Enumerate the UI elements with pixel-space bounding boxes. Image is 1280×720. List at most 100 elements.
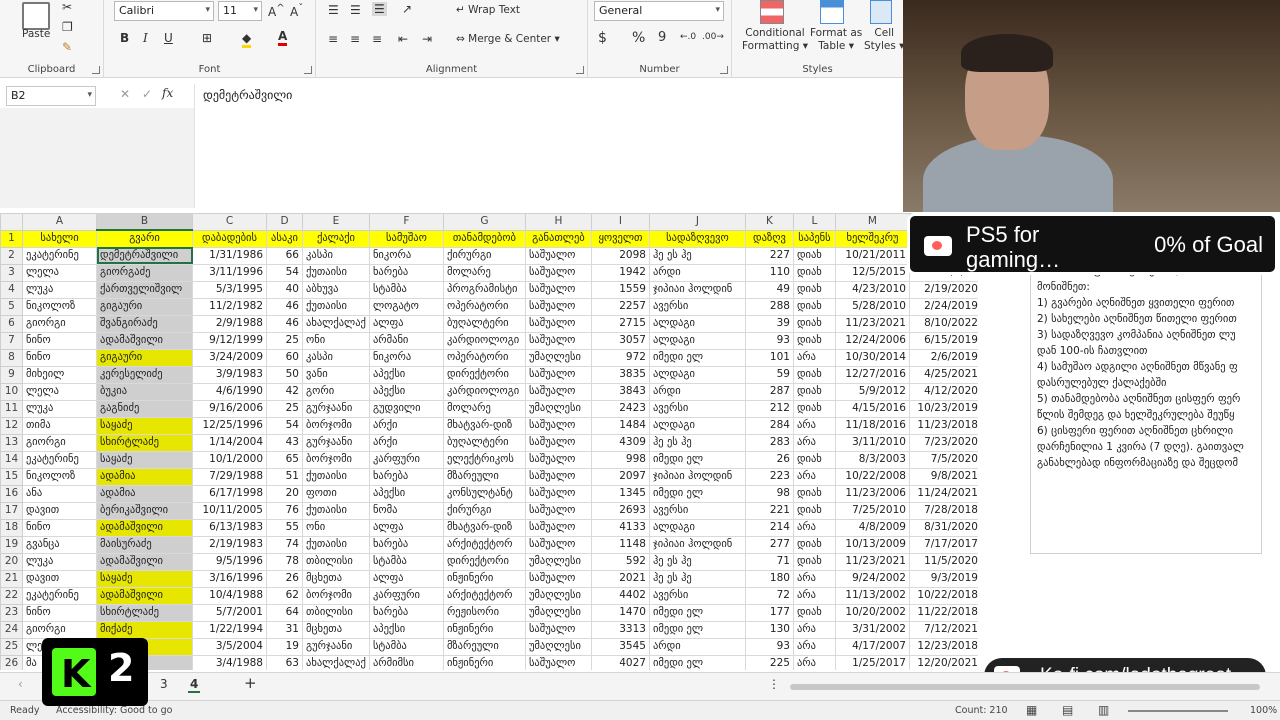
row-header-4[interactable]: 4 <box>0 280 23 299</box>
add-sheet-icon[interactable]: + <box>244 674 257 692</box>
cell-d8[interactable]: 60 <box>266 348 303 367</box>
cell-h6[interactable]: საშუალო <box>524 314 592 333</box>
cancel-icon[interactable]: ✕ <box>120 87 130 101</box>
font-name-select[interactable]: Calibri ▾ <box>114 1 214 21</box>
cell-e16[interactable]: ფოთი <box>302 484 370 503</box>
cell-i18[interactable]: 4133 <box>590 518 650 537</box>
cell-b12[interactable]: საყაძე <box>96 416 193 435</box>
paste-icon[interactable] <box>22 2 50 30</box>
row-header-14[interactable]: 14 <box>0 450 23 469</box>
cell-i3[interactable]: 1942 <box>590 263 650 282</box>
column-header-a[interactable]: A <box>22 213 97 231</box>
cell-m24[interactable]: 3/31/2002 <box>834 620 910 639</box>
cell-c20[interactable]: 9/5/1996 <box>192 552 267 571</box>
header-cell[interactable]: დაბადების <box>192 229 267 248</box>
cell-l13[interactable]: არა <box>792 433 836 452</box>
row-header-7[interactable]: 7 <box>0 331 23 350</box>
cell-d3[interactable]: 54 <box>266 263 303 282</box>
cell-m17[interactable]: 7/25/2010 <box>834 501 910 520</box>
cell-l16[interactable]: დიახ <box>792 484 836 503</box>
cell-h3[interactable]: საშუალო <box>524 263 592 282</box>
cell-k19[interactable]: 277 <box>744 535 794 554</box>
cell-l9[interactable]: დიახ <box>792 365 836 384</box>
cell-g15[interactable]: მზარეული <box>442 467 526 486</box>
cell-n7[interactable]: 6/15/2019 <box>908 331 982 350</box>
cell-i16[interactable]: 1345 <box>590 484 650 503</box>
cell-k17[interactable]: 221 <box>744 501 794 520</box>
formula-input[interactable]: დემეტრაშვილი <box>194 84 903 208</box>
cell-m22[interactable]: 11/13/2002 <box>834 586 910 605</box>
cell-e9[interactable]: ვანი <box>302 365 370 384</box>
cell-e12[interactable]: ბორჯომი <box>302 416 370 435</box>
cell-g5[interactable]: ოპერატორი <box>442 297 526 316</box>
cell-f6[interactable]: ალფა <box>368 314 444 333</box>
cell-m9[interactable]: 12/27/2016 <box>834 365 910 384</box>
cell-i11[interactable]: 2423 <box>590 399 650 418</box>
cell-i12[interactable]: 1484 <box>590 416 650 435</box>
page-layout-icon[interactable]: ▤ <box>1062 703 1073 717</box>
cell-i19[interactable]: 1148 <box>590 535 650 554</box>
cell-f7[interactable]: არმანი <box>368 331 444 350</box>
cell-n26[interactable]: 12/20/2021 <box>908 654 982 670</box>
cell-g14[interactable]: ელექტრიკოს <box>442 450 526 469</box>
cell-f26[interactable]: არმიმსი <box>368 654 444 670</box>
cell-k4[interactable]: 49 <box>744 280 794 299</box>
cell-b24[interactable]: მიქაძე <box>96 620 193 639</box>
cell-m11[interactable]: 4/15/2016 <box>834 399 910 418</box>
cell-c3[interactable]: 3/11/1996 <box>192 263 267 282</box>
header-cell[interactable]: სამუშაო <box>368 229 444 248</box>
cell-d5[interactable]: 46 <box>266 297 303 316</box>
cell-c10[interactable]: 4/6/1990 <box>192 382 267 401</box>
cell-h14[interactable]: საშუალო <box>524 450 592 469</box>
cell-d19[interactable]: 74 <box>266 535 303 554</box>
cell-i6[interactable]: 2715 <box>590 314 650 333</box>
cell-l14[interactable]: დიახ <box>792 450 836 469</box>
cell-b16[interactable]: ადამია <box>96 484 193 503</box>
cell-m10[interactable]: 5/9/2012 <box>834 382 910 401</box>
zoom-slider[interactable] <box>1128 710 1228 712</box>
cell-c11[interactable]: 9/16/2006 <box>192 399 267 418</box>
cell-n4[interactable]: 2/19/2020 <box>908 280 982 299</box>
cell-f21[interactable]: ალფა <box>368 569 444 588</box>
copy-icon[interactable]: ❐ <box>62 20 73 34</box>
cell-i17[interactable]: 2693 <box>590 501 650 520</box>
cell-k21[interactable]: 180 <box>744 569 794 588</box>
cell-j25[interactable]: არდი <box>648 637 746 656</box>
header-cell[interactable]: დაზღვ <box>744 229 794 248</box>
cell-l25[interactable]: არა <box>792 637 836 656</box>
cell-a13[interactable]: გიორგი <box>22 433 97 452</box>
row-header-3[interactable]: 3 <box>0 263 23 282</box>
align-right-icon[interactable]: ≡ <box>372 32 382 46</box>
cell-i9[interactable]: 3835 <box>590 365 650 384</box>
cell-i24[interactable]: 3313 <box>590 620 650 639</box>
cell-g24[interactable]: ინჟინერი <box>442 620 526 639</box>
cell-e4[interactable]: აბხუვა <box>302 280 370 299</box>
cell-k14[interactable]: 26 <box>744 450 794 469</box>
cell-b8[interactable]: გიგაური <box>96 348 193 367</box>
cell-l19[interactable]: დიახ <box>792 535 836 554</box>
page-break-icon[interactable]: ▥ <box>1098 703 1109 717</box>
clipboard-launcher[interactable] <box>92 66 100 74</box>
cell-h26[interactable]: საშუალო <box>524 654 592 670</box>
cell-e13[interactable]: გურჯაანი <box>302 433 370 452</box>
cell-f24[interactable]: აპექსი <box>368 620 444 639</box>
cell-j15[interactable]: ჯიპიაი ჰოლდინ <box>648 467 746 486</box>
font-launcher[interactable] <box>304 66 312 74</box>
cell-g3[interactable]: მოლარე <box>442 263 526 282</box>
cell-k9[interactable]: 59 <box>744 365 794 384</box>
cell-e18[interactable]: ონი <box>302 518 370 537</box>
cell-j16[interactable]: იმედი ელ <box>648 484 746 503</box>
cell-c19[interactable]: 2/19/1983 <box>192 535 267 554</box>
cell-b15[interactable]: ადამია <box>96 467 193 486</box>
row-header-5[interactable]: 5 <box>0 297 23 316</box>
column-header-m[interactable]: M <box>834 213 910 231</box>
row-header-18[interactable]: 18 <box>0 518 23 537</box>
cell-d15[interactable]: 51 <box>266 467 303 486</box>
cell-k25[interactable]: 93 <box>744 637 794 656</box>
cell-m13[interactable]: 3/11/2010 <box>834 433 910 452</box>
cell-f9[interactable]: აპექსი <box>368 365 444 384</box>
font-color-icon[interactable]: A <box>278 29 288 46</box>
cell-f13[interactable]: არქი <box>368 433 444 452</box>
cell-m14[interactable]: 8/3/2003 <box>834 450 910 469</box>
cell-e20[interactable]: თბილისი <box>302 552 370 571</box>
